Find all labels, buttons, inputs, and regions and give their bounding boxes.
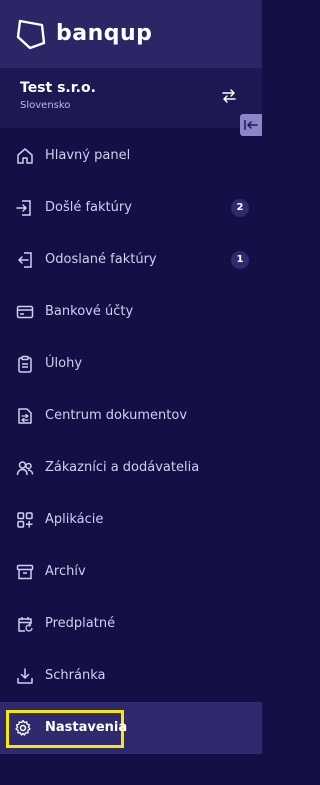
incoming-invoice-icon <box>16 200 31 216</box>
nav-label: Hlavný panel <box>45 148 131 163</box>
credit-card-icon <box>16 305 34 319</box>
count-badge: 2 <box>231 199 249 217</box>
archive-icon <box>16 564 34 580</box>
document-exchange-icon <box>18 408 32 424</box>
nav-item-archiv[interactable]: Archív <box>0 546 262 598</box>
calendar-refresh-icon <box>18 617 33 632</box>
nav-item-zakaznici-a-dodavatelia[interactable]: Zákazníci a dodávatelia <box>0 442 262 494</box>
brand-header: banqup <box>0 0 262 68</box>
brand-name: banqup <box>56 21 153 46</box>
contacts-icon <box>16 461 34 476</box>
nav-label: Došlé faktúry <box>45 200 132 215</box>
home-icon <box>17 148 33 164</box>
count-badge: 1 <box>231 251 249 269</box>
nav-label: Schránka <box>45 668 106 683</box>
nav-item-nastavenia[interactable]: Nastavenia <box>0 702 262 754</box>
nav-label: Odoslané faktúry <box>45 252 157 267</box>
nav-item-aplikacie[interactable]: Aplikácie <box>0 494 262 546</box>
nav-item-ulohy[interactable]: Úlohy <box>0 338 262 390</box>
nav-item-odoslane-faktury[interactable]: Odoslané faktúry 1 <box>0 234 262 286</box>
company-name: Test s.r.o. <box>20 80 96 96</box>
company-switcher[interactable]: Test s.r.o. Slovensko <box>0 68 262 128</box>
inbox-download-icon <box>17 668 33 684</box>
banqup-logo-icon <box>16 19 46 50</box>
sidebar: banqup Test s.r.o. Slovensko Hlavný pane… <box>0 0 262 785</box>
nav-label: Nastavenia <box>45 720 128 735</box>
nav-item-centrum-dokumentov[interactable]: Centrum dokumentov <box>0 390 262 442</box>
nav-label: Aplikácie <box>45 512 104 527</box>
switch-company-icon[interactable] <box>220 87 238 105</box>
nav-label: Archív <box>45 564 86 579</box>
nav-item-hlavny-panel[interactable]: Hlavný panel <box>0 130 262 182</box>
nav-label: Úlohy <box>45 356 83 371</box>
nav-item-predplatne[interactable]: Predplatné <box>0 598 262 650</box>
nav-label: Zákazníci a dodávatelia <box>45 460 200 475</box>
nav-item-schranka[interactable]: Schránka <box>0 650 262 702</box>
nav-label: Predplatné <box>45 616 116 631</box>
outgoing-invoice-icon <box>18 252 32 268</box>
nav-item-bankove-ucty[interactable]: Bankové účty <box>0 286 262 338</box>
nav-label: Centrum dokumentov <box>45 408 188 423</box>
apps-icon <box>17 512 33 528</box>
nav-label: Bankové účty <box>45 304 134 319</box>
nav-item-dosle-faktury[interactable]: Došlé faktúry 2 <box>0 182 262 234</box>
company-country: Slovensko <box>20 100 71 111</box>
gear-icon <box>15 719 31 736</box>
clipboard-icon <box>18 355 32 373</box>
